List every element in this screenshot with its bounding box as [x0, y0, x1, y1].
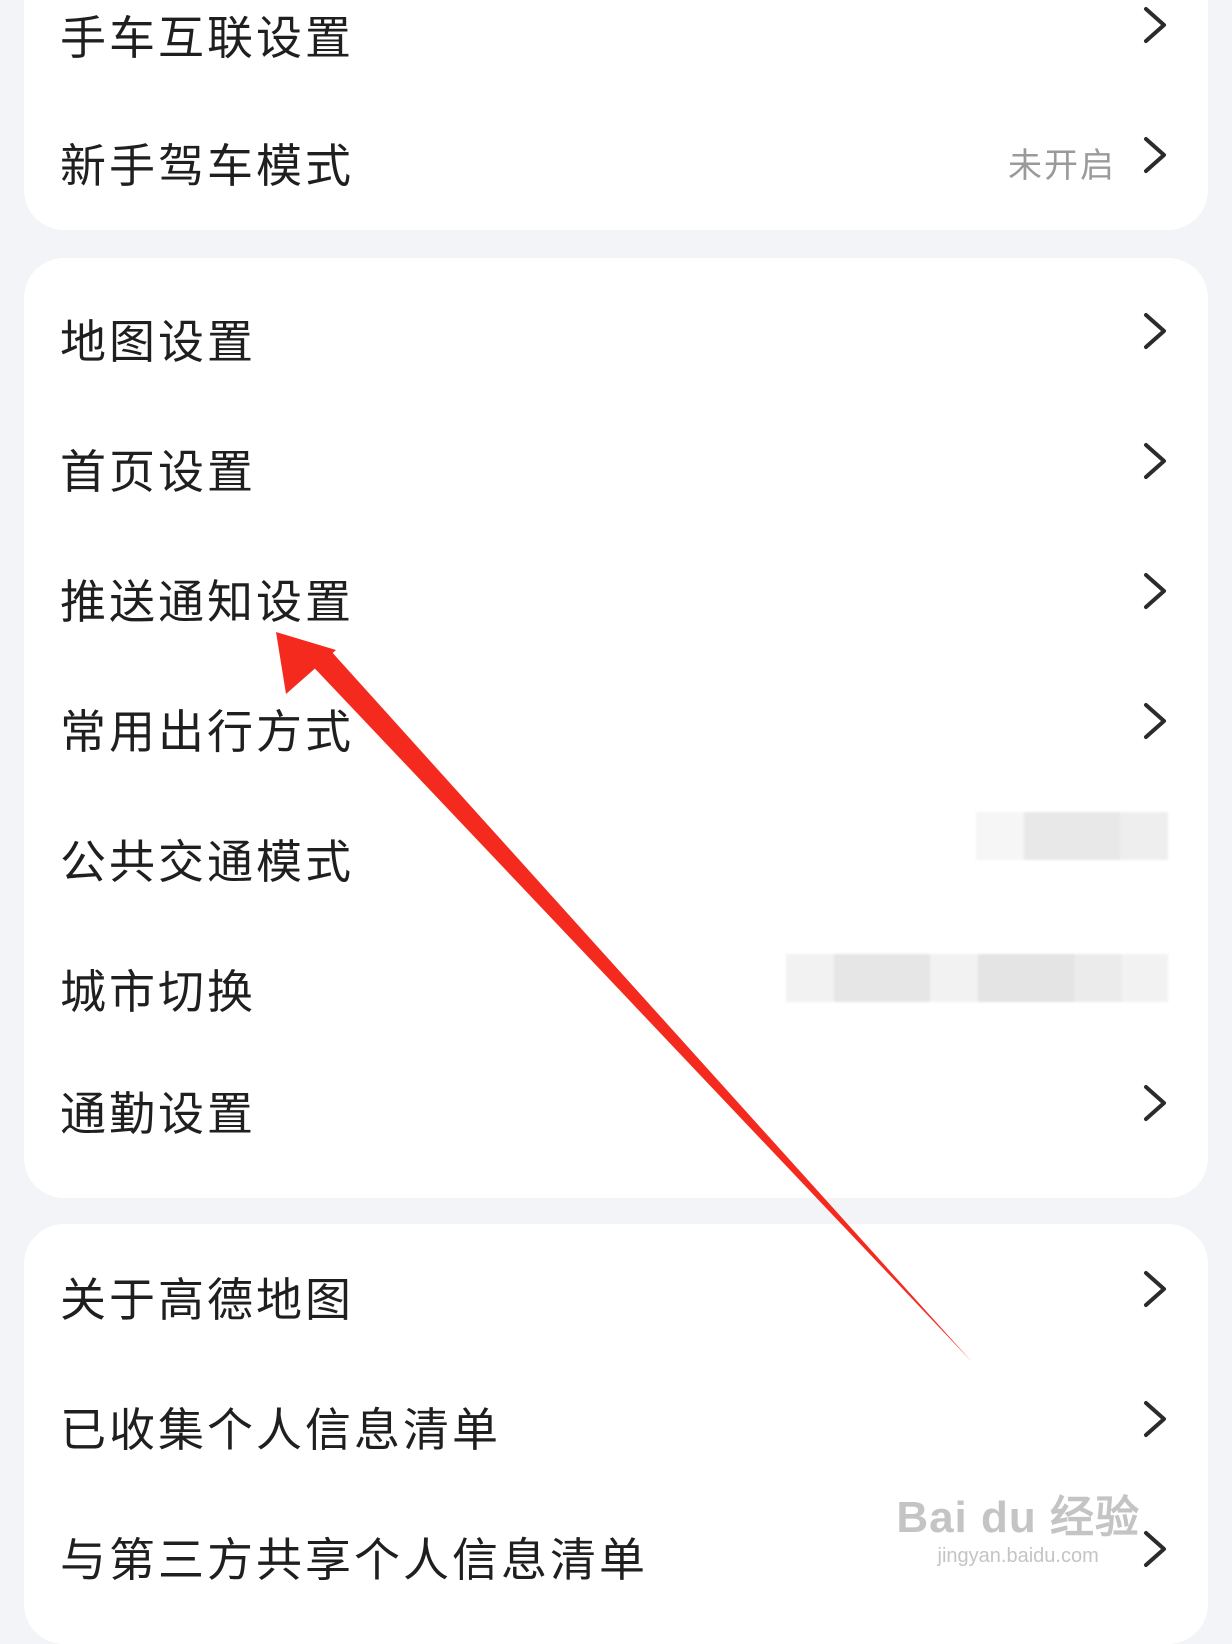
settings-item-label: 城市切换 — [60, 965, 256, 1019]
settings-item-label: 首页设置 — [60, 445, 256, 499]
settings-item-novice-driving[interactable]: 新手驾车模式 未开启 — [24, 90, 1208, 220]
redacted-value — [976, 812, 1168, 860]
redacted-value — [786, 954, 1168, 1002]
chevron-right-icon — [1142, 571, 1168, 611]
settings-item-travel-mode[interactable]: 常用出行方式 — [24, 656, 1208, 786]
settings-item-push-notifications[interactable]: 推送通知设置 — [24, 526, 1208, 656]
settings-item-phone-car-link[interactable]: 手车互联设置 — [24, 0, 1208, 90]
settings-item-label: 常用出行方式 — [60, 705, 354, 759]
settings-card-2: 地图设置 首页设置 推送通知设置 常用出行方式 公共交通模式 城市切换 通勤设置 — [24, 258, 1208, 1198]
settings-item-city-switch[interactable]: 城市切换 — [24, 916, 1208, 1046]
settings-item-label: 地图设置 — [60, 315, 256, 369]
chevron-right-icon — [1142, 135, 1168, 175]
settings-item-commute[interactable]: 通勤设置 — [24, 1038, 1208, 1168]
status-value: 未开启 — [1008, 146, 1116, 186]
chevron-right-icon — [1142, 1083, 1168, 1123]
watermark-url: jingyan.baidu.com — [937, 1545, 1099, 1567]
settings-item-label: 手车互联设置 — [60, 11, 354, 65]
settings-item-label: 与第三方共享个人信息清单 — [60, 1533, 648, 1587]
settings-item-collected-info[interactable]: 已收集个人信息清单 — [24, 1354, 1208, 1484]
settings-card-3: 关于高德地图 已收集个人信息清单 与第三方共享个人信息清单 — [24, 1224, 1208, 1644]
chevron-right-icon — [1142, 701, 1168, 741]
chevron-right-icon — [1142, 1399, 1168, 1439]
baidu-watermark: Bai du 经验 jingyan.baidu.com — [896, 1481, 1140, 1568]
settings-item-label: 新手驾车模式 — [60, 139, 354, 193]
settings-item-map[interactable]: 地图设置 — [24, 266, 1208, 396]
settings-item-home[interactable]: 首页设置 — [24, 396, 1208, 526]
chevron-right-icon — [1142, 311, 1168, 351]
settings-item-label: 通勤设置 — [60, 1087, 256, 1141]
settings-item-label: 推送通知设置 — [60, 575, 354, 629]
settings-item-label: 已收集个人信息清单 — [60, 1403, 501, 1457]
chevron-right-icon — [1142, 5, 1168, 45]
chevron-right-icon — [1142, 1269, 1168, 1309]
settings-item-about[interactable]: 关于高德地图 — [24, 1224, 1208, 1354]
settings-item-label: 公共交通模式 — [60, 835, 354, 889]
settings-card-1: 手车互联设置 新手驾车模式 未开启 — [24, 0, 1208, 230]
settings-item-public-transit[interactable]: 公共交通模式 — [24, 786, 1208, 916]
chevron-right-icon — [1142, 1529, 1168, 1569]
watermark-logo: Bai du 经验 — [896, 1493, 1140, 1542]
settings-item-label: 关于高德地图 — [60, 1273, 354, 1327]
chevron-right-icon — [1142, 441, 1168, 481]
